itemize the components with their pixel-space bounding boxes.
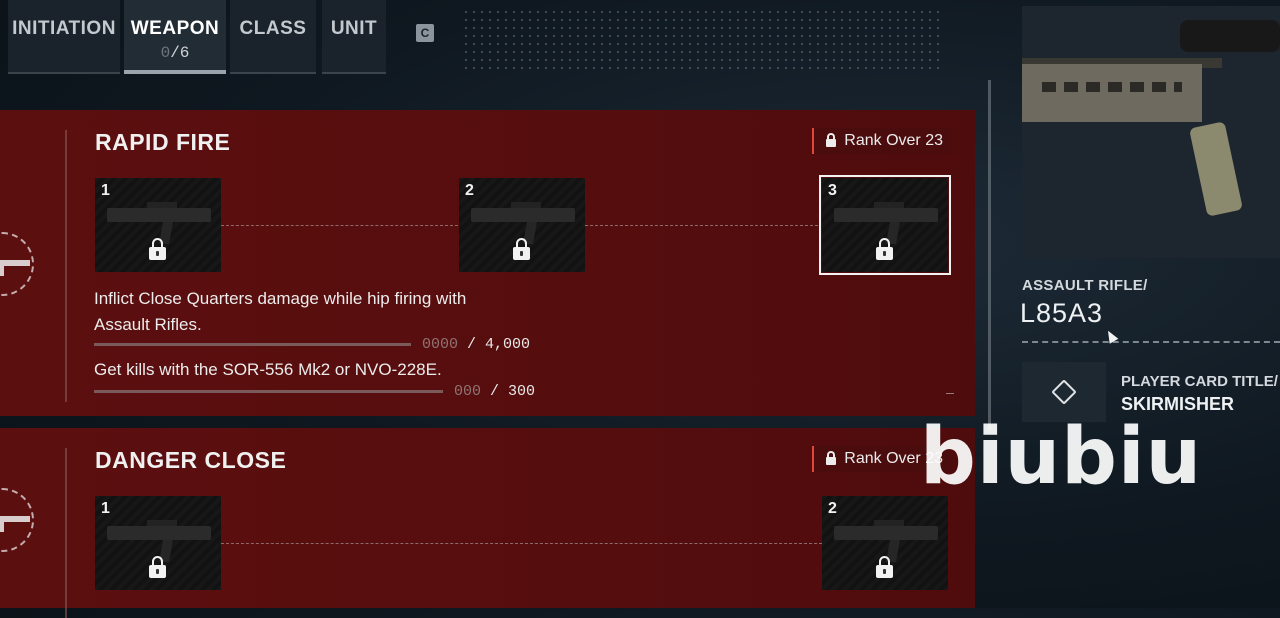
tab-initiation[interactable]: INITIATION — [8, 0, 120, 74]
tab-label: WEAPON — [130, 18, 220, 39]
rifle-preview-icon — [107, 520, 211, 540]
lock-icon — [876, 556, 893, 578]
tier-slot-2[interactable]: 2 — [459, 178, 585, 272]
tier-number: 3 — [828, 182, 837, 199]
lock-icon — [826, 133, 837, 147]
rifle-preview-icon — [471, 202, 575, 222]
decorative-dot-grid — [462, 8, 942, 72]
challenge-title: RAPID FIRE — [95, 129, 231, 155]
tab-weapon[interactable]: WEAPON 0/6 — [124, 0, 226, 74]
lock-icon — [149, 556, 166, 578]
rifle-preview-icon — [834, 520, 938, 540]
tier-connector — [585, 225, 818, 226]
tier-connector — [221, 225, 458, 226]
pen-nib-icon — [1051, 379, 1077, 405]
weapon-grip — [1189, 121, 1243, 217]
task-progress-text: 0000 / 4,000 — [422, 336, 531, 353]
challenge-title: DANGER CLOSE — [95, 447, 287, 473]
tab-label: CLASS — [239, 18, 307, 39]
assault-rifle-emblem-icon — [0, 488, 34, 552]
assault-rifle-emblem-icon — [0, 232, 34, 296]
tier-slot-1[interactable]: 1 — [95, 496, 221, 590]
lock-icon — [826, 451, 837, 465]
lock-icon — [513, 238, 530, 260]
tier-slot-2[interactable]: 2 — [822, 496, 948, 590]
task-progress-bar — [94, 390, 443, 393]
lock-icon — [149, 238, 166, 260]
panel-divider — [65, 130, 67, 402]
panel-divider — [65, 448, 67, 618]
rifle-preview-icon — [107, 202, 211, 222]
rank-requirement-text: Rank Over 23 — [844, 132, 943, 149]
section-divider — [1022, 341, 1280, 343]
weapon-vents — [1042, 82, 1182, 92]
tier-connector — [221, 543, 822, 544]
reward-type-label: PLAYER CARD TITLE/ — [1121, 373, 1278, 390]
task-description: Get kills with the SOR-556 Mk2 or NVO-22… — [94, 360, 442, 379]
scroll-divider — [988, 80, 991, 430]
task-progress-text: 000 / 300 — [454, 383, 536, 400]
weapon-preview-image — [1022, 6, 1280, 258]
tier-number: 1 — [101, 500, 110, 517]
tier-number: 1 — [101, 182, 110, 199]
tab-progress-count: 0/6 — [160, 44, 190, 62]
challenge-panel-danger-close[interactable]: DANGER CLOSE Rank Over 23 1 2 — [0, 428, 975, 618]
keybind-hint: C — [416, 24, 434, 42]
watermark-logo: biubiu — [920, 412, 1203, 502]
task-description: Inflict Close Quarters damage while hip … — [94, 289, 467, 334]
tab-label: UNIT — [330, 18, 378, 39]
tier-slot-1[interactable]: 1 — [95, 178, 221, 272]
rank-requirement-badge: Rank Over 23 — [812, 128, 951, 154]
task-progress-bar — [94, 343, 411, 346]
decorative-dash — [946, 393, 954, 394]
challenge-panel-rapid-fire[interactable]: RAPID FIRE Rank Over 23 1 2 3 Inflict Cl… — [0, 110, 975, 416]
lock-icon — [876, 238, 893, 260]
weapon-name: L85A3 — [1020, 298, 1104, 328]
rifle-preview-icon — [834, 202, 938, 222]
tier-slot-3[interactable]: 3 — [819, 175, 951, 275]
tier-number: 2 — [465, 182, 474, 199]
tab-class[interactable]: CLASS — [230, 0, 316, 74]
weapon-type-label: ASSAULT RIFLE/ — [1022, 277, 1148, 294]
weapon-body — [1022, 64, 1202, 122]
tier-number: 2 — [828, 500, 837, 517]
tab-unit[interactable]: UNIT — [322, 0, 386, 74]
tab-label: INITIATION — [12, 18, 116, 39]
scope-icon — [1180, 20, 1280, 52]
